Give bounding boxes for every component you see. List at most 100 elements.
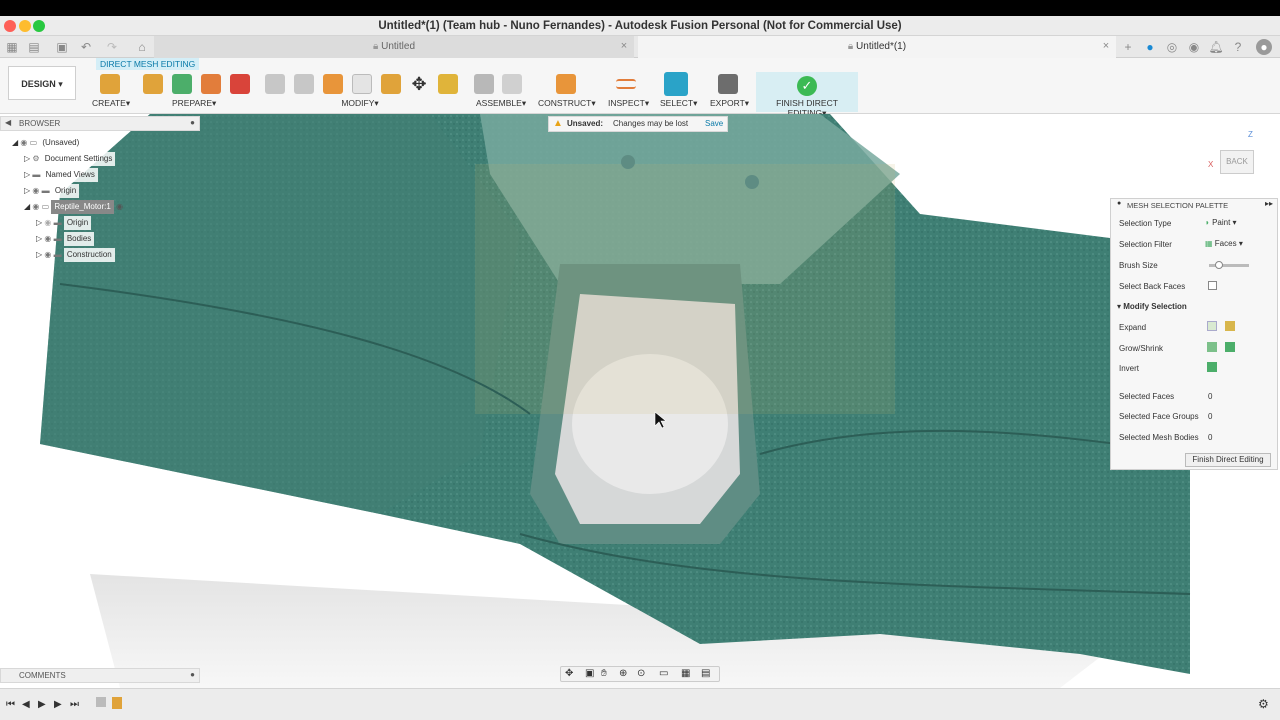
visibility-icon[interactable]: ◉: [32, 202, 41, 211]
modify-icon-2[interactable]: [294, 74, 314, 94]
finish-direct-editing-button[interactable]: Finish Direct Editing: [1185, 453, 1271, 467]
viewcube-face[interactable]: BACK: [1220, 150, 1254, 174]
step-forward-icon[interactable]: ▶: [54, 699, 62, 710]
prepare-icon-4[interactable]: [230, 74, 250, 94]
tree-item-construction[interactable]: ▷ ◉ ▬ Construction: [36, 248, 115, 262]
modify-selection-header[interactable]: ▾ Modify Selection: [1117, 302, 1187, 311]
expand-palette-icon[interactable]: ▸▸: [1265, 199, 1273, 208]
home-icon[interactable]: ⌂: [134, 39, 150, 55]
modify-icon-5[interactable]: [381, 74, 401, 94]
go-to-end-icon[interactable]: ⏭︎: [70, 699, 79, 710]
visibility-icon[interactable]: ◉: [44, 250, 53, 259]
help-icon[interactable]: ?: [1230, 39, 1246, 55]
tree-item-component[interactable]: ◢ ◉ ▭ Reptile_Motor:1 ◉: [24, 200, 123, 214]
close-tab-icon[interactable]: ×: [618, 40, 630, 52]
expand-icon[interactable]: ◢: [12, 138, 18, 147]
visibility-icon[interactable]: ◉: [44, 218, 53, 227]
modify-icon-7[interactable]: [438, 74, 458, 94]
viewports-icon[interactable]: ▤: [701, 668, 710, 679]
tree-item-named-views[interactable]: ▷ ▬ Named Views: [24, 168, 98, 182]
tab-untitled[interactable]: 🔒︎ Untitled ×: [154, 36, 634, 58]
3d-viewport[interactable]: BACK Z X: [0, 114, 1280, 688]
assemble-menu[interactable]: ASSEMBLE▾: [476, 98, 526, 109]
modify-menu[interactable]: MODIFY▾: [340, 98, 380, 109]
redo-icon[interactable]: ↷: [104, 39, 120, 55]
tree-item-origin[interactable]: ▷ ◉ ▬ Origin: [24, 184, 80, 198]
tree-item-bodies[interactable]: ▷ ◉ ▬ Bodies: [36, 232, 95, 246]
visibility-icon[interactable]: ◉: [44, 234, 53, 243]
modify-icon-4[interactable]: [352, 74, 372, 94]
notifications-icon[interactable]: 🔔︎: [1208, 39, 1224, 55]
orbit-icon[interactable]: ✥: [565, 668, 573, 679]
comments-panel-header[interactable]: COMMENTS ●: [0, 668, 200, 683]
timeline-settings-icon[interactable]: ⚙: [1258, 697, 1269, 711]
file-menu-icon[interactable]: ▤: [26, 39, 42, 55]
extensions-icon[interactable]: ●: [1142, 39, 1158, 55]
tree-item-root[interactable]: ◢ ◉ ▭ (Unsaved): [12, 136, 83, 150]
assemble-icon-1[interactable]: [474, 74, 494, 94]
look-at-icon[interactable]: ▣: [585, 668, 594, 679]
prepare-menu[interactable]: PREPARE▾: [172, 98, 216, 109]
tree-item-document-settings[interactable]: ▷ ⚙ Document Settings: [24, 152, 116, 166]
pan-icon[interactable]: ✋︎: [601, 668, 607, 679]
assemble-icon-2[interactable]: [502, 74, 522, 94]
checkmark-icon[interactable]: ✓: [797, 76, 817, 96]
grow-icon[interactable]: [1207, 342, 1217, 352]
context-tab-direct-mesh-editing[interactable]: DIRECT MESH EDITING: [96, 58, 200, 70]
mesh-model[interactable]: [0, 114, 1280, 688]
job-status-icon[interactable]: ◎: [1164, 39, 1180, 55]
construct-menu[interactable]: CONSTRUCT▾: [538, 98, 596, 109]
inspect-menu[interactable]: INSPECT▾: [608, 98, 649, 109]
zoom-icon[interactable]: ⊕: [619, 668, 627, 679]
select-back-faces-checkbox[interactable]: [1208, 281, 1217, 290]
move-icon[interactable]: ✥: [409, 74, 429, 94]
timeline-marker-icon[interactable]: [112, 697, 122, 709]
pin-icon[interactable]: ●: [190, 670, 195, 679]
save-link[interactable]: Save: [705, 117, 723, 131]
browser-panel-header[interactable]: ◀ BROWSER ●: [0, 116, 200, 131]
export-icon[interactable]: [718, 74, 738, 94]
visibility-icon[interactable]: ◉: [20, 138, 29, 147]
save-icon[interactable]: ▣: [54, 39, 70, 55]
play-icon[interactable]: ▶: [38, 699, 46, 710]
create-mesh-icon[interactable]: [100, 74, 120, 94]
expand-icon-2[interactable]: [1225, 321, 1235, 331]
workspace-switcher[interactable]: DESIGN ▾: [8, 66, 76, 100]
new-tab-icon[interactable]: +: [1120, 39, 1136, 55]
selection-filter-dropdown[interactable]: ▦ Faces ▾: [1205, 237, 1253, 251]
visibility-icon[interactable]: ◉: [32, 186, 41, 195]
tab-untitled-1[interactable]: 🔒︎ Untitled*(1) ×: [638, 36, 1116, 58]
selection-type-dropdown[interactable]: ◗ Paint ▾: [1205, 216, 1253, 230]
app-grid-icon[interactable]: ▦: [4, 39, 20, 55]
select-menu[interactable]: SELECT▾: [660, 98, 697, 109]
zoom-window-icon[interactable]: ⊙: [637, 668, 645, 679]
grid-settings-icon[interactable]: ▦: [681, 668, 690, 679]
measure-icon[interactable]: [616, 79, 636, 89]
display-settings-icon[interactable]: ▭: [659, 668, 668, 679]
go-to-start-icon[interactable]: ⏮︎: [6, 699, 15, 710]
activate-icon[interactable]: ◉: [116, 202, 123, 211]
expand-icon-1[interactable]: [1207, 321, 1217, 331]
select-icon[interactable]: [664, 72, 688, 96]
prepare-icon-3[interactable]: [201, 74, 221, 94]
construct-plane-icon[interactable]: [556, 74, 576, 94]
step-back-icon[interactable]: ◀: [22, 699, 30, 710]
undo-icon[interactable]: ↶: [78, 39, 94, 55]
export-menu[interactable]: EXPORT▾: [710, 98, 749, 109]
brush-size-slider[interactable]: [1209, 261, 1249, 269]
collapse-icon[interactable]: ◀: [5, 118, 11, 127]
online-status-icon[interactable]: ◉: [1186, 39, 1202, 55]
avatar[interactable]: ●: [1256, 39, 1272, 55]
prepare-icon-1[interactable]: [143, 74, 163, 94]
tree-item-origin-sub[interactable]: ▷ ◉ ▬ Origin: [36, 216, 92, 230]
modify-icon-3[interactable]: [323, 74, 343, 94]
palette-collapse-icon[interactable]: ●: [1117, 200, 1121, 207]
invert-icon[interactable]: [1207, 362, 1217, 372]
prepare-icon-2[interactable]: [172, 74, 192, 94]
create-menu[interactable]: CREATE▾: [92, 98, 130, 109]
brush-size-thumb[interactable]: [1215, 261, 1223, 269]
timeline-feature-icon[interactable]: [96, 697, 106, 707]
pin-icon[interactable]: ●: [190, 118, 195, 127]
modify-icon-1[interactable]: [265, 74, 285, 94]
close-tab-icon[interactable]: ×: [1100, 40, 1112, 52]
